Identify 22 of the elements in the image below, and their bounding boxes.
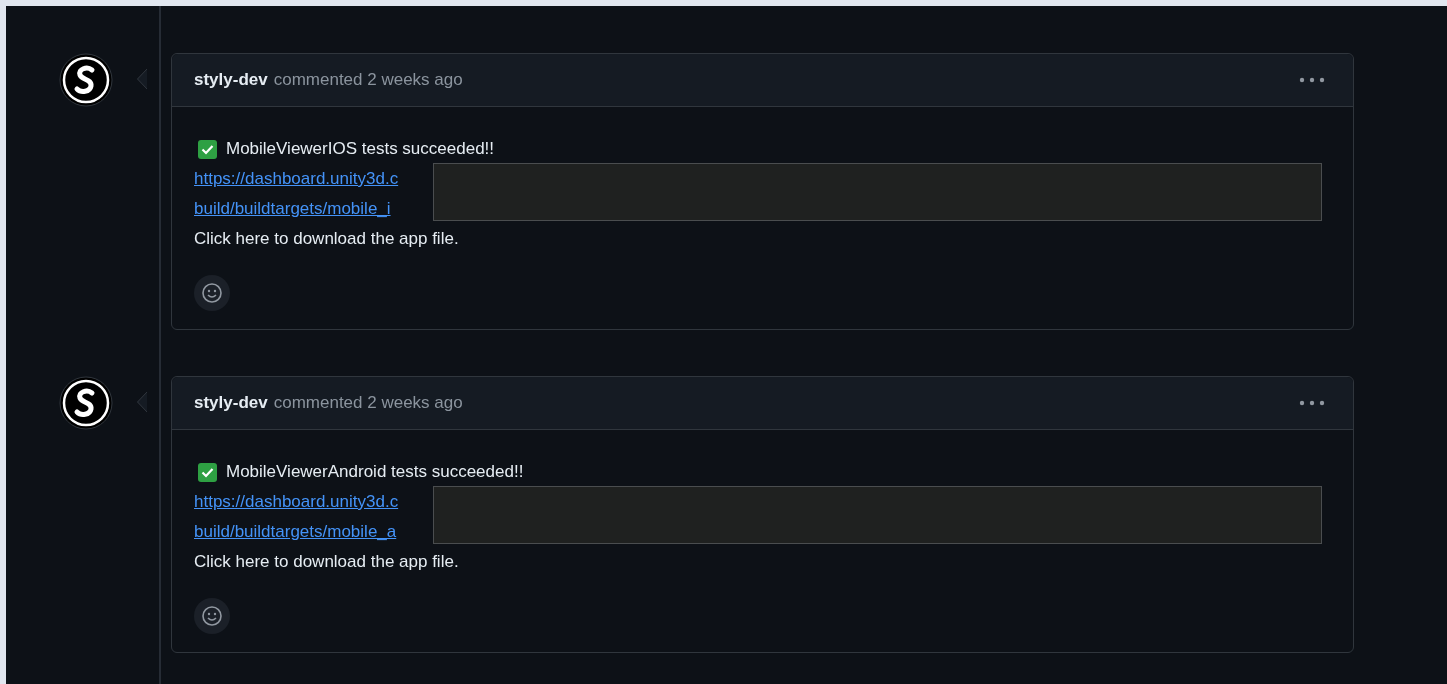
smiley-icon (201, 605, 223, 627)
download-link[interactable]: build/buildtargets/mobile_a (194, 517, 397, 547)
comment-timestamp: commented 2 weeks ago (273, 393, 463, 413)
comment-timestamp: commented 2 weeks ago (273, 70, 463, 90)
download-link[interactable]: https://dashboard.unity3d.c (194, 487, 399, 517)
avatar-icon[interactable] (59, 376, 113, 430)
card-pointer (137, 69, 147, 89)
more-options-icon[interactable] (1299, 400, 1325, 406)
reaction-button[interactable] (194, 598, 230, 634)
avatar-icon[interactable] (59, 53, 113, 107)
card-pointer (137, 392, 147, 412)
download-link[interactable]: build/buildtargets/mobile_i (194, 194, 391, 224)
reaction-button[interactable] (194, 275, 230, 311)
status-message: MobileViewerIOS tests succeeded!! (226, 138, 495, 160)
status-message: MobileViewerAndroid tests succeeded!! (226, 461, 524, 483)
comment-author[interactable]: styly-dev (194, 393, 268, 413)
comment-text: Click here to download the app file. (194, 551, 459, 573)
more-options-icon[interactable] (1299, 77, 1325, 83)
comment-text: Click here to download the app file. (194, 228, 459, 250)
comment-author[interactable]: styly-dev (194, 70, 268, 90)
smiley-icon (201, 282, 223, 304)
download-link[interactable]: https://dashboard.unity3d.c (194, 164, 399, 194)
